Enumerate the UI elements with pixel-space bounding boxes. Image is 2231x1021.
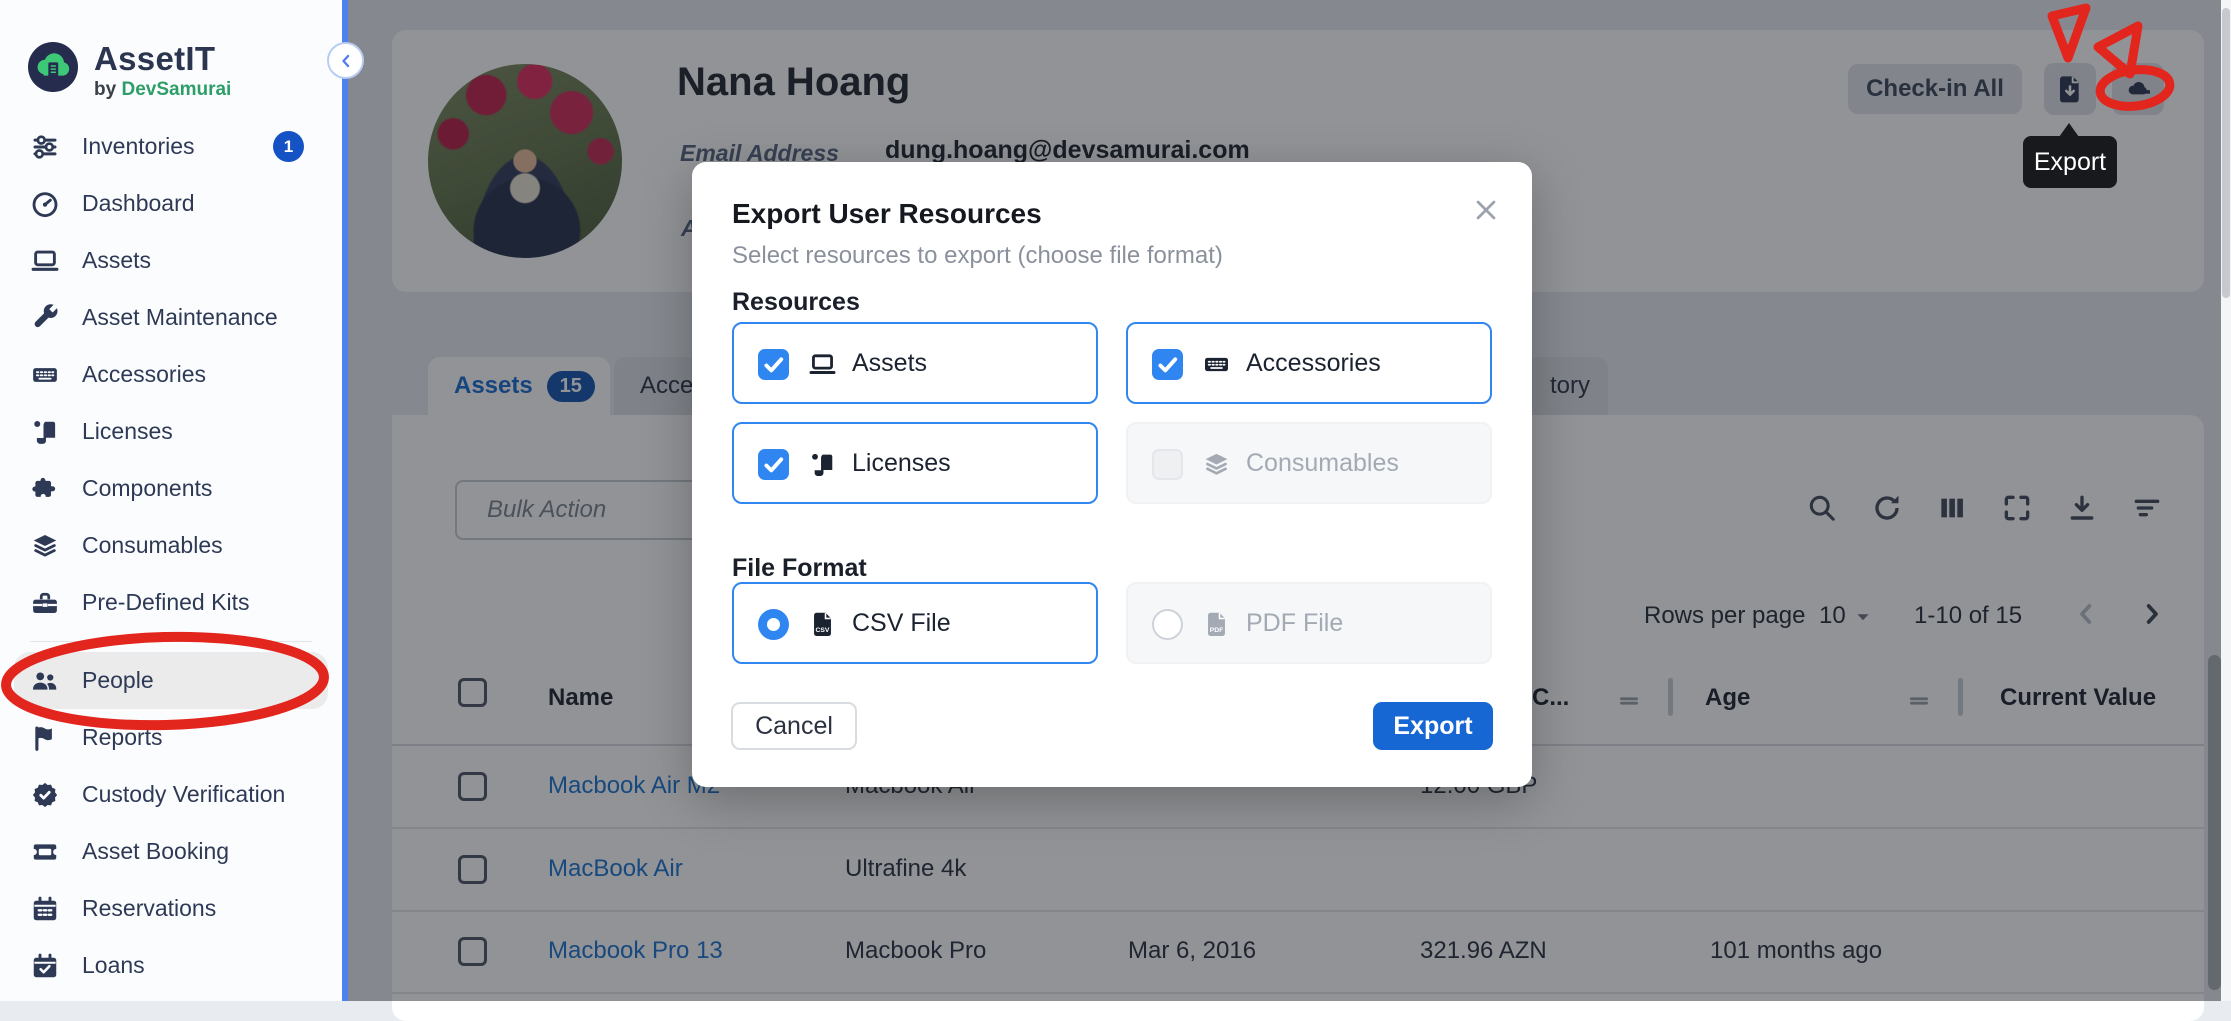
- format-label: CSV File: [852, 609, 951, 638]
- sidebar-item-consumables[interactable]: Consumables: [14, 517, 328, 574]
- sidebar-item-reservations[interactable]: Reservations: [14, 880, 328, 937]
- radio-csv-file[interactable]: [758, 609, 789, 640]
- laptop-icon: [30, 246, 60, 276]
- svg-text:CSV: CSV: [816, 627, 830, 634]
- checkbox-licenses[interactable]: [758, 449, 789, 480]
- layers-icon: [1202, 450, 1231, 479]
- resource-label: Licenses: [852, 449, 951, 478]
- sidebar-nav: Inventories 1 Dashboard Assets Asset Mainten…: [0, 118, 342, 994]
- close-icon[interactable]: [1470, 194, 1502, 226]
- resources-section-label: Resources: [732, 288, 860, 317]
- sidebar-item-people[interactable]: People: [14, 652, 328, 709]
- brand-header: AssetIT by DevSamurai: [0, 0, 342, 101]
- sidebar-item-label: Reports: [82, 724, 163, 751]
- sidebar-badge: 1: [273, 131, 304, 162]
- modal-export-button[interactable]: Export: [1373, 702, 1493, 750]
- keyboard-icon: [1202, 350, 1231, 379]
- cancel-button[interactable]: Cancel: [731, 702, 857, 750]
- svg-text:PDF: PDF: [1210, 627, 1224, 634]
- sidebar-item-label: Accessories: [82, 361, 206, 388]
- puzzle-icon: [30, 474, 60, 504]
- sidebar-item-asset-maintenance[interactable]: Asset Maintenance: [14, 289, 328, 346]
- modal-subtitle: Select resources to export (choose file …: [732, 242, 1223, 270]
- wrench-icon: [30, 303, 60, 333]
- sidebar-item-label: Licenses: [82, 418, 173, 445]
- check-icon: [758, 349, 789, 380]
- ticket-icon: [30, 837, 60, 867]
- checkbox-accessories[interactable]: [1152, 349, 1183, 380]
- sidebar-collapse-button[interactable]: [327, 42, 364, 79]
- file-pdf-icon: PDF: [1202, 610, 1231, 639]
- export-user-resources-modal: Export User Resources Select resources t…: [692, 162, 1532, 787]
- check-icon: [1152, 349, 1183, 380]
- resource-label: Assets: [852, 349, 927, 378]
- brand-byline: by DevSamurai: [94, 79, 231, 101]
- sidebar-item-label: Inventories: [82, 133, 195, 160]
- assetit-logo-icon: [28, 42, 78, 92]
- format-card-csv-file[interactable]: CSV CSV File: [732, 582, 1098, 664]
- calendar-check-icon: [30, 951, 60, 981]
- sidebar-item-custody-verification[interactable]: Custody Verification: [14, 766, 328, 823]
- license-icon: [808, 450, 837, 479]
- flag-icon: [30, 723, 60, 753]
- sliders-icon: [30, 132, 60, 162]
- checkbox-assets[interactable]: [758, 349, 789, 380]
- file-format-section-label: File Format: [732, 554, 867, 583]
- radio-pdf-file[interactable]: [1152, 609, 1183, 640]
- sidebar-item-label: Assets: [82, 247, 151, 274]
- resource-card-licenses[interactable]: Licenses: [732, 422, 1098, 504]
- sidebar-item-inventories[interactable]: Inventories 1: [14, 118, 328, 175]
- sidebar-item-label: Asset Maintenance: [82, 304, 278, 331]
- sidebar-item-components[interactable]: Components: [14, 460, 328, 517]
- layers-icon: [30, 531, 60, 561]
- license-icon: [30, 417, 60, 447]
- resource-card-accessories[interactable]: Accessories: [1126, 322, 1492, 404]
- chevron-left-icon: [336, 51, 356, 71]
- sidebar-item-label: People: [82, 667, 154, 694]
- sidebar-item-loans[interactable]: Loans: [14, 937, 328, 994]
- sidebar-item-reports[interactable]: Reports: [14, 709, 328, 766]
- sidebar-divider: [30, 641, 312, 642]
- sidebar-item-dashboard[interactable]: Dashboard: [14, 175, 328, 232]
- sidebar: AssetIT by DevSamurai Inventories 1 Dashbo…: [0, 0, 342, 1001]
- sidebar-item-label: Loans: [82, 952, 145, 979]
- file-csv-icon: CSV: [808, 610, 837, 639]
- calendar-icon: [30, 894, 60, 924]
- sidebar-item-label: Pre-Defined Kits: [82, 589, 249, 616]
- sidebar-item-label: Custody Verification: [82, 781, 285, 808]
- sidebar-item-label: Components: [82, 475, 212, 502]
- resource-card-assets[interactable]: Assets: [732, 322, 1098, 404]
- sidebar-item-label: Asset Booking: [82, 838, 229, 865]
- resource-label: Consumables: [1246, 449, 1399, 478]
- format-label: PDF File: [1246, 609, 1343, 638]
- modal-title: Export User Resources: [732, 198, 1042, 230]
- sidebar-item-pre-defined-kits[interactable]: Pre-Defined Kits: [14, 574, 328, 631]
- check-icon: [758, 449, 789, 480]
- export-tooltip: Export: [2023, 136, 2117, 188]
- checkbox-consumables[interactable]: [1152, 449, 1183, 480]
- window-scrollbar-thumb[interactable]: [2222, 8, 2230, 298]
- laptop-icon: [808, 350, 837, 379]
- sidebar-item-accessories[interactable]: Accessories: [14, 346, 328, 403]
- badge-check-icon: [30, 780, 60, 810]
- format-card-pdf-file[interactable]: PDF PDF File: [1126, 582, 1492, 664]
- app-name: AssetIT: [94, 42, 231, 75]
- resource-label: Accessories: [1246, 349, 1381, 378]
- keyboard-icon: [30, 360, 60, 390]
- sidebar-item-label: Consumables: [82, 532, 223, 559]
- sidebar-item-label: Reservations: [82, 895, 216, 922]
- sidebar-item-label: Dashboard: [82, 190, 195, 217]
- sidebar-item-licenses[interactable]: Licenses: [14, 403, 328, 460]
- users-icon: [30, 666, 60, 696]
- sidebar-item-asset-booking[interactable]: Asset Booking: [14, 823, 328, 880]
- toolbox-icon: [30, 588, 60, 618]
- sidebar-item-assets[interactable]: Assets: [14, 232, 328, 289]
- gauge-icon: [30, 189, 60, 219]
- resource-card-consumables[interactable]: Consumables: [1126, 422, 1492, 504]
